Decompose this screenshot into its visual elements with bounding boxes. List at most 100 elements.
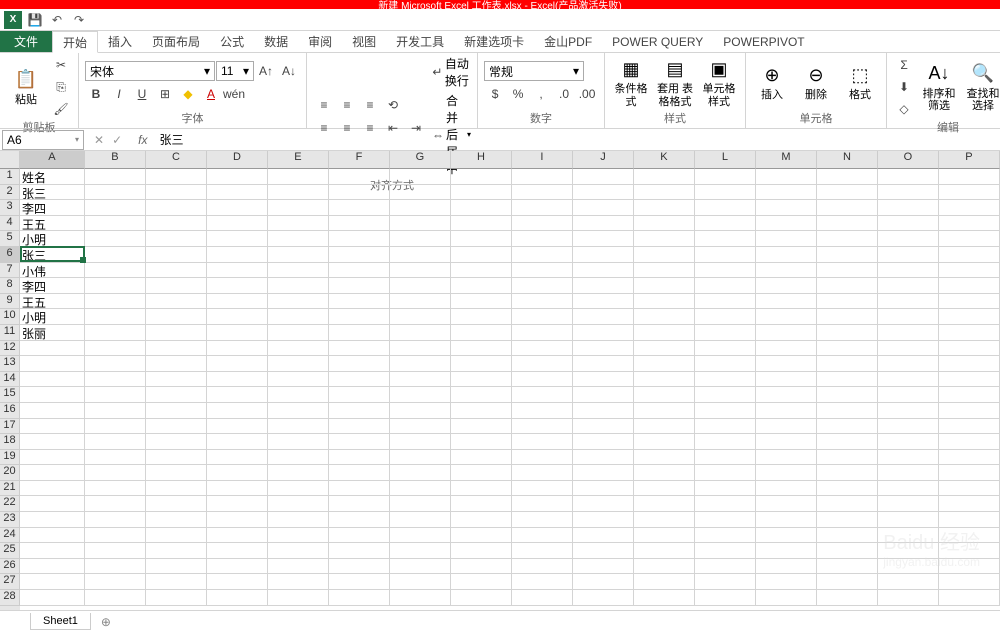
fill-icon[interactable]: ⬇ [893, 77, 915, 97]
cell[interactable] [573, 528, 634, 544]
cell[interactable] [207, 403, 268, 419]
cell[interactable] [390, 543, 451, 559]
column-header[interactable]: D [207, 151, 268, 169]
row-header[interactable]: 21 [0, 481, 20, 497]
cell[interactable] [817, 543, 878, 559]
new-sheet-icon[interactable]: ⊕ [101, 615, 111, 629]
row-header[interactable]: 13 [0, 356, 20, 372]
cell[interactable] [878, 294, 939, 310]
cell[interactable] [634, 512, 695, 528]
column-header[interactable]: C [146, 151, 207, 169]
cell[interactable] [268, 185, 329, 201]
cell[interactable] [207, 450, 268, 466]
cell[interactable] [85, 278, 146, 294]
cell[interactable] [878, 247, 939, 263]
bold-button[interactable]: B [85, 84, 107, 104]
cell[interactable] [20, 465, 85, 481]
cell[interactable] [573, 419, 634, 435]
cell[interactable]: 姓名 [20, 169, 85, 185]
row-header[interactable]: 1 [0, 169, 20, 185]
cell[interactable] [878, 200, 939, 216]
cell[interactable] [268, 512, 329, 528]
cell[interactable] [634, 356, 695, 372]
cell[interactable] [329, 387, 390, 403]
cell[interactable] [634, 496, 695, 512]
row-header[interactable]: 5 [0, 231, 20, 247]
cell[interactable] [390, 512, 451, 528]
cell[interactable] [329, 496, 390, 512]
cell[interactable] [695, 512, 756, 528]
cell[interactable] [329, 512, 390, 528]
cell[interactable] [695, 278, 756, 294]
cell[interactable] [207, 185, 268, 201]
cell-styles-button[interactable]: ▣单元格样式 [699, 57, 739, 107]
cell[interactable] [146, 590, 207, 606]
cell[interactable] [390, 496, 451, 512]
cell[interactable] [390, 481, 451, 497]
cell[interactable] [512, 559, 573, 575]
cell[interactable] [146, 309, 207, 325]
cell[interactable] [817, 200, 878, 216]
undo-icon[interactable]: ↶ [48, 11, 66, 29]
cell[interactable] [390, 372, 451, 388]
cell[interactable] [756, 169, 817, 185]
cell[interactable] [207, 543, 268, 559]
column-header[interactable]: N [817, 151, 878, 169]
cell[interactable] [20, 356, 85, 372]
redo-icon[interactable]: ↷ [70, 11, 88, 29]
row-header[interactable]: 3 [0, 200, 20, 216]
cell[interactable] [573, 200, 634, 216]
cell[interactable] [329, 231, 390, 247]
cell[interactable] [756, 434, 817, 450]
cell[interactable] [85, 419, 146, 435]
font-name-select[interactable]: 宋体▾ [85, 61, 215, 81]
cell[interactable] [695, 325, 756, 341]
cell[interactable] [512, 590, 573, 606]
cell[interactable] [512, 528, 573, 544]
cell[interactable] [451, 356, 512, 372]
cell[interactable] [695, 356, 756, 372]
cell[interactable] [329, 341, 390, 357]
cell[interactable] [512, 185, 573, 201]
cell[interactable] [268, 294, 329, 310]
cell[interactable] [329, 169, 390, 185]
cell[interactable] [146, 434, 207, 450]
cell[interactable] [146, 356, 207, 372]
cell[interactable] [268, 496, 329, 512]
cell[interactable] [146, 341, 207, 357]
cell[interactable] [146, 403, 207, 419]
cell[interactable] [695, 419, 756, 435]
cell[interactable] [695, 294, 756, 310]
cell[interactable] [573, 559, 634, 575]
cell[interactable] [817, 512, 878, 528]
name-box[interactable]: A6▾ [2, 130, 84, 150]
cell[interactable] [878, 574, 939, 590]
row-header[interactable]: 18 [0, 434, 20, 450]
cell[interactable] [451, 185, 512, 201]
fill-color-icon[interactable]: ◆ [177, 84, 199, 104]
cell[interactable] [207, 341, 268, 357]
cell[interactable] [329, 419, 390, 435]
cell[interactable] [207, 325, 268, 341]
cell[interactable] [207, 278, 268, 294]
cell[interactable]: 王五 [20, 216, 85, 232]
cell[interactable] [878, 325, 939, 341]
cell[interactable] [390, 356, 451, 372]
cell[interactable] [390, 185, 451, 201]
cell[interactable] [939, 247, 1000, 263]
cell[interactable] [573, 216, 634, 232]
cell[interactable] [512, 200, 573, 216]
cell[interactable] [268, 231, 329, 247]
cell[interactable] [695, 263, 756, 279]
cell[interactable] [939, 341, 1000, 357]
cell[interactable] [756, 200, 817, 216]
cell[interactable] [695, 403, 756, 419]
cell[interactable] [20, 590, 85, 606]
cell[interactable] [329, 481, 390, 497]
cell[interactable] [146, 387, 207, 403]
cell[interactable] [85, 185, 146, 201]
cell[interactable] [207, 247, 268, 263]
delete-cells-button[interactable]: ⊖删除 [796, 63, 836, 101]
row-header[interactable]: 17 [0, 419, 20, 435]
cell[interactable] [85, 216, 146, 232]
